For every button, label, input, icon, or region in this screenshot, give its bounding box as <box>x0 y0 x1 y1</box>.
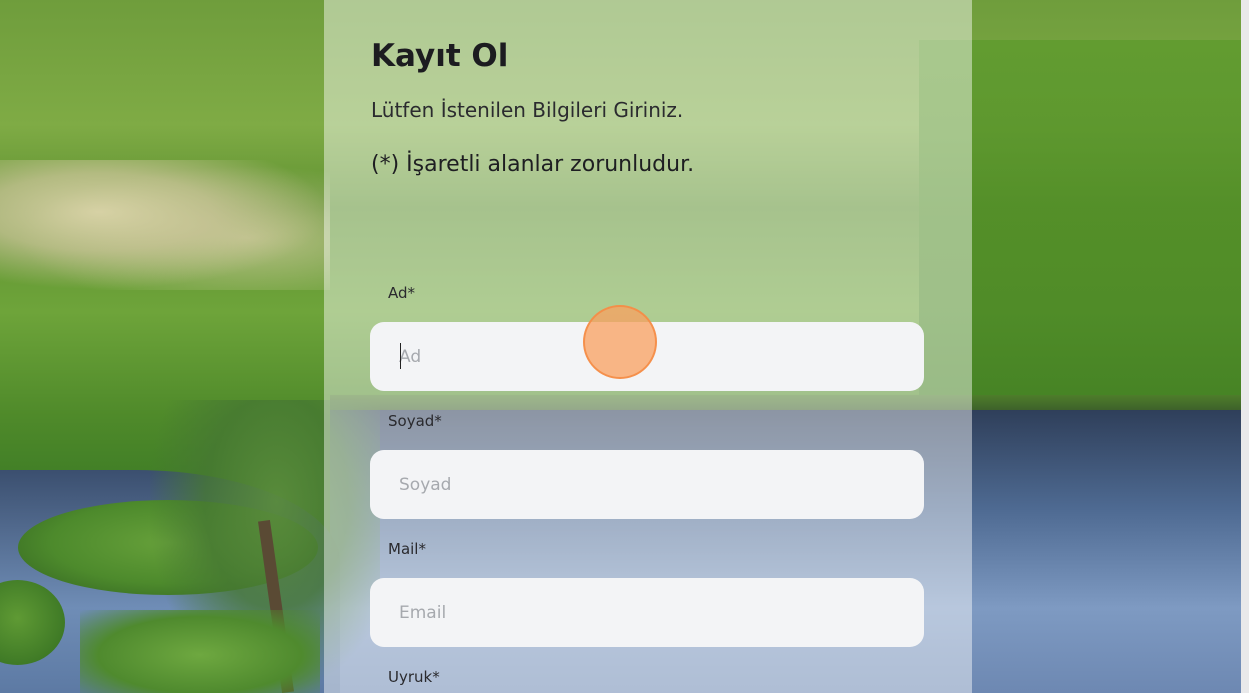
page-title: Kayıt Ol <box>371 38 509 74</box>
last-name-input[interactable] <box>370 450 924 519</box>
first-name-label: Ad* <box>388 284 416 302</box>
background-bush <box>80 610 320 693</box>
email-input[interactable] <box>370 578 924 647</box>
click-indicator <box>583 305 657 379</box>
nationality-label: Uyruk* <box>388 668 440 686</box>
form-subtitle: Lütfen İstenilen Bilgileri Giriniz. <box>371 98 684 122</box>
email-label: Mail* <box>388 540 426 558</box>
text-caret <box>400 343 401 369</box>
page-scrollbar[interactable] <box>1241 0 1249 693</box>
last-name-label: Soyad* <box>388 412 442 430</box>
background-dry-grass <box>0 160 330 290</box>
page-viewport: Kayıt Ol Lütfen İstenilen Bilgileri Giri… <box>0 0 1249 693</box>
required-fields-note: (*) İşaretli alanlar zorunludur. <box>371 152 695 177</box>
